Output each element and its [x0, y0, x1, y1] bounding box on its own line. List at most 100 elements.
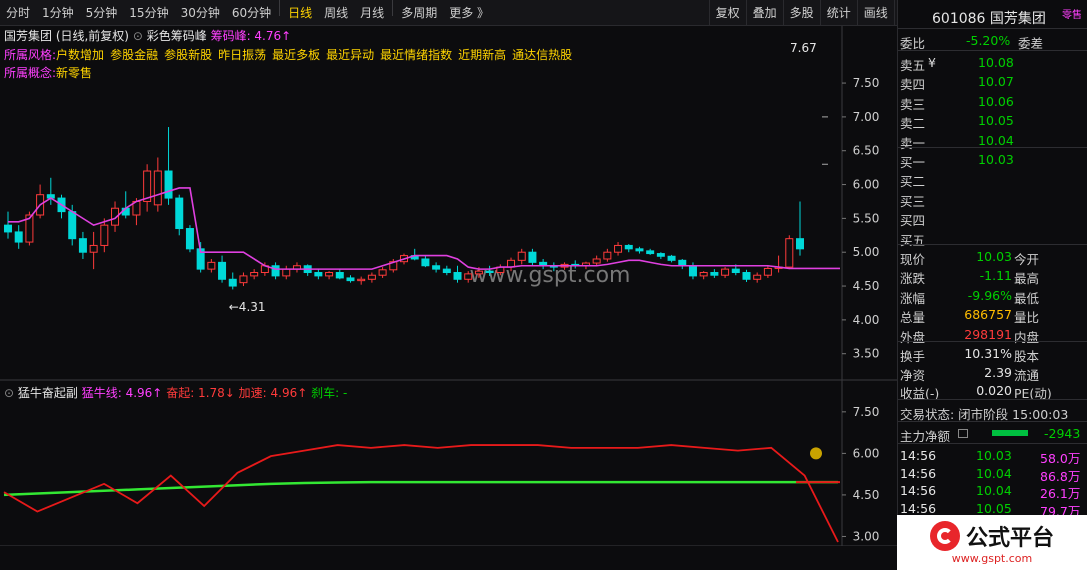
candle-body[interactable] [656, 253, 665, 257]
sell-price[interactable]: 10.08 [978, 55, 1014, 70]
tick-price: 10.05 [976, 500, 1012, 516]
candle-body[interactable] [4, 224, 12, 233]
y-tick-label: 6.50 [853, 144, 880, 158]
candle-body[interactable] [646, 250, 655, 255]
concept-item-0[interactable]: 所属风格: [4, 48, 56, 62]
candle-body[interactable] [218, 261, 227, 280]
concept-item-3[interactable]: 参股新股 [164, 48, 212, 62]
sell-label: 卖三 [900, 96, 926, 112]
candle-body[interactable] [635, 248, 644, 252]
candle-body[interactable] [721, 268, 730, 276]
period-tab-8[interactable]: 月线 [354, 0, 390, 26]
candle-body[interactable] [667, 255, 676, 261]
candle-body[interactable] [763, 267, 772, 276]
sell-price[interactable]: 10.06 [978, 94, 1014, 109]
sell-price[interactable]: 10.07 [978, 74, 1014, 89]
concept-item-4[interactable]: 昨日振荡 [218, 48, 266, 62]
candle-body[interactable] [314, 272, 323, 277]
candle-body[interactable] [624, 244, 633, 250]
candle-body[interactable] [432, 265, 441, 270]
tick-row: 14:56 10.04 26.1万 [898, 481, 1087, 501]
candle-body[interactable] [603, 251, 612, 260]
candle-body[interactable] [688, 265, 697, 277]
concept-item-9[interactable]: 通达信热股 [512, 48, 572, 62]
candle-body[interactable] [464, 273, 473, 280]
candle-body[interactable] [207, 261, 216, 270]
candle-body[interactable] [282, 268, 291, 277]
period-tab-4[interactable]: 30分钟 [175, 0, 226, 26]
candle-body[interactable] [250, 272, 259, 277]
candle-body[interactable] [796, 238, 804, 250]
candle-body[interactable] [378, 269, 387, 276]
concept-item-8[interactable]: 近期新高 [458, 48, 506, 62]
candle-body[interactable] [453, 272, 462, 280]
candle-body[interactable] [517, 251, 526, 261]
y-tick-label: 7.00 [853, 110, 880, 124]
candle-body[interactable] [614, 244, 623, 253]
concept-item-6[interactable]: 最近异动 [326, 48, 374, 62]
candle-body[interactable] [185, 228, 194, 250]
candle-body[interactable] [485, 270, 494, 274]
buy-price[interactable]: 10.03 [978, 152, 1014, 167]
period-tab-7[interactable]: 周线 [318, 0, 354, 26]
tool-button-2[interactable]: 多股 [782, 0, 820, 26]
period-tab-6[interactable]: 日线 [282, 0, 318, 26]
concept-label: 所属概念: [4, 66, 57, 80]
concept-item-7[interactable]: 最近情绪指数 [380, 48, 452, 62]
candle-body[interactable] [710, 272, 719, 276]
indicator-toggle-icon[interactable]: ⊙ [133, 29, 143, 43]
concept-item-2[interactable]: 参股金融 [110, 48, 158, 62]
period-tab-0[interactable]: 分时 [0, 0, 36, 26]
candle-body[interactable] [474, 270, 483, 275]
candle-body[interactable] [678, 259, 687, 267]
period-tab-3[interactable]: 15分钟 [123, 0, 174, 26]
candle-body[interactable] [742, 272, 751, 280]
candle-body[interactable] [325, 272, 334, 277]
candle-body[interactable] [239, 275, 248, 284]
tool-button-1[interactable]: 叠加 [745, 0, 783, 26]
candle-body[interactable] [442, 268, 451, 274]
candle-body[interactable] [753, 274, 762, 280]
period-tab-1[interactable]: 1分钟 [36, 0, 80, 26]
sub-toggle-icon[interactable]: ⊙ [4, 386, 14, 400]
period-tab-9[interactable]: 多周期 [395, 0, 443, 26]
period-tab-5[interactable]: 60分钟 [226, 0, 277, 26]
candle-body[interactable] [592, 258, 601, 264]
candle-body[interactable] [785, 238, 794, 268]
chart-area[interactable]: 7.50 7.00 6.50 6.00 5.50 5.00 4.50 4.00 3.50 www.… [0, 26, 897, 546]
candle-body[interactable] [68, 211, 77, 240]
period-tab-2[interactable]: 5分钟 [80, 0, 124, 26]
kline-svg[interactable]: 7.507.006.506.005.505.004.504.003.50www.… [0, 26, 897, 546]
candle-body[interactable] [14, 231, 23, 243]
candle-body[interactable] [528, 251, 537, 263]
main-net-icon[interactable] [958, 429, 968, 438]
tool-button-4[interactable]: 画线 [856, 0, 894, 26]
candle-body[interactable] [228, 278, 237, 287]
candle-body[interactable] [335, 272, 344, 279]
sell-price[interactable]: 10.04 [978, 133, 1014, 148]
candle-body[interactable] [153, 170, 162, 206]
period-tab-10[interactable]: 更多 》 [443, 0, 495, 26]
main-net-row: 主力净额 -2943 [898, 424, 1087, 444]
sell-price[interactable]: 10.05 [978, 113, 1014, 128]
candle-body[interactable] [100, 224, 109, 246]
candle-body[interactable] [699, 272, 708, 277]
candle-body[interactable] [175, 197, 184, 230]
candle-body[interactable] [89, 244, 98, 253]
sub-green-line [3, 480, 838, 497]
low-price-marker: ←4.31 [229, 300, 266, 314]
candle-body[interactable] [78, 238, 87, 253]
candle-body[interactable] [367, 274, 376, 280]
candle-body[interactable] [421, 258, 430, 267]
candle-body[interactable] [731, 268, 740, 274]
concept-item-5[interactable]: 最近多板 [272, 48, 320, 62]
tool-button-0[interactable]: 复权 [708, 0, 746, 26]
sector-tag[interactable]: 零售 [1062, 6, 1082, 21]
candle-body[interactable] [357, 278, 366, 282]
candle-body[interactable] [164, 170, 173, 199]
concept-item-1[interactable]: 户数增加 [56, 48, 104, 62]
candle-body[interactable] [271, 265, 280, 277]
candle-body[interactable] [346, 277, 355, 282]
stat-value: -1.11 [979, 268, 1012, 284]
tool-button-3[interactable]: 统计 [819, 0, 857, 26]
